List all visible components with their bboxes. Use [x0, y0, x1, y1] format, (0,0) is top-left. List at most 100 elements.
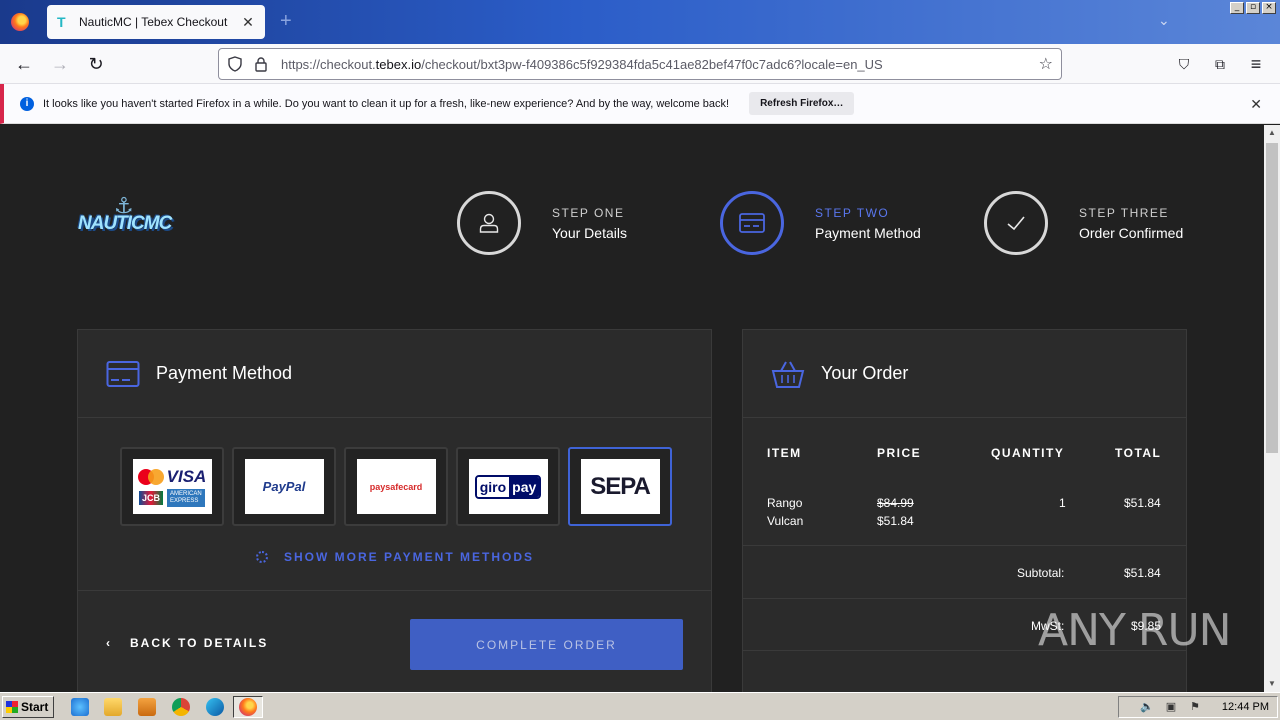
jcb-logo: JCB [138, 490, 163, 505]
payment-methods-list: VISA JCB AMERICAN EXPRESS PayPal paysafe… [120, 447, 672, 526]
anyrun-watermark: ANY RUN [1038, 605, 1232, 656]
pocket-icon[interactable]: ⛉ [1172, 52, 1196, 76]
notification-bar: i It looks like you haven't started Fire… [0, 84, 1280, 124]
url-text[interactable]: https://checkout.tebex.io/checkout/bxt3p… [281, 57, 1039, 72]
payment-option-cards[interactable]: VISA JCB AMERICAN EXPRESS [120, 447, 224, 526]
credit-card-icon [739, 213, 765, 233]
paysafecard-logo: paysafecard [356, 459, 436, 514]
edge-icon[interactable] [206, 698, 224, 716]
column-header-total: TOTAL [1115, 446, 1162, 460]
firefox-icon [239, 698, 257, 716]
notification-close-icon[interactable]: ✕ [1250, 96, 1262, 113]
payment-option-giropay[interactable]: giro pay [456, 447, 560, 526]
cards-logo: VISA JCB AMERICAN EXPRESS [132, 459, 212, 514]
taskbar-firefox-button[interactable] [233, 696, 263, 718]
complete-order-button[interactable]: COMPLETE ORDER [410, 619, 683, 670]
lock-icon[interactable] [253, 56, 269, 72]
title-bar: T NauticMC | Tebex Checkout ✕ + ⌄ _ ▫ × [0, 0, 1280, 44]
reload-icon[interactable]: ↻ [84, 52, 108, 76]
tab-close-icon[interactable]: ✕ [241, 14, 255, 31]
list-tabs-chevron-icon[interactable]: ⌄ [1158, 12, 1170, 29]
step-one-circle [457, 191, 521, 255]
start-button[interactable]: Start [2, 696, 54, 718]
step-two-circle [720, 191, 784, 255]
spinner-icon [255, 551, 268, 563]
order-item-name-line1: Rango [767, 496, 803, 510]
firefox-menu-icon[interactable] [0, 0, 40, 44]
maximize-button[interactable]: ▫ [1246, 2, 1260, 14]
payment-option-paysafecard[interactable]: paysafecard [344, 447, 448, 526]
user-icon [479, 213, 499, 233]
logo-text: NAUTICMC [78, 213, 172, 234]
order-item-price: $51.84 [877, 514, 914, 528]
url-bar[interactable]: https://checkout.tebex.io/checkout/bxt3p… [218, 48, 1062, 80]
media-player-icon[interactable] [138, 698, 156, 716]
column-header-price: PRICE [877, 446, 922, 460]
step-two-label: STEP TWO [815, 205, 890, 220]
extensions-icon[interactable]: ⧉ [1208, 52, 1232, 76]
scroll-thumb[interactable] [1266, 143, 1278, 453]
payment-card-header: Payment Method [78, 330, 711, 418]
basket-icon [771, 361, 805, 388]
shield-icon[interactable] [227, 56, 243, 72]
order-card-title: Your Order [821, 363, 909, 383]
window-controls: _ ▫ × [1230, 2, 1276, 14]
show-more-payment-methods[interactable]: SHOW MORE PAYMENT METHODS [78, 550, 712, 564]
divider [743, 598, 1186, 599]
back-to-details-label: BACK TO DETAILS [130, 636, 269, 650]
amex-logo: AMERICAN EXPRESS [167, 488, 205, 507]
paysafecard-text: paysafecard [369, 481, 423, 492]
order-item-quantity: 1 [1059, 496, 1066, 510]
volume-icon[interactable]: 🔈 [1140, 700, 1154, 714]
step-one: STEP ONE Your Details [457, 191, 627, 255]
column-header-quantity: QUANTITY [991, 446, 1065, 460]
payment-card-title: Payment Method [156, 363, 293, 383]
forward-arrow-icon[interactable]: → [48, 52, 72, 76]
step-three: STEP THREE Order Confirmed [984, 191, 1183, 255]
clock: 12:44 PM [1221, 701, 1269, 713]
url-prefix: https://checkout. [281, 56, 376, 72]
order-item-total: $51.84 [1124, 496, 1161, 510]
visa-text: VISA [166, 466, 207, 486]
giropay-logo: giro pay [468, 459, 548, 514]
file-explorer-icon[interactable] [104, 698, 122, 716]
tebex-favicon-icon: T [57, 14, 66, 30]
order-card-header: Your Order [743, 330, 1186, 418]
payment-option-paypal[interactable]: PayPal [232, 447, 336, 526]
sepa-logo: SEPA [580, 459, 660, 514]
show-more-label[interactable]: SHOW MORE PAYMENT METHODS [284, 550, 534, 564]
system-tray: 🔈 ▣ ⚑ 12:44 PM [1118, 696, 1278, 718]
hamburger-menu-icon[interactable]: ≡ [1244, 52, 1268, 76]
refresh-firefox-button[interactable]: Refresh Firefox… [749, 92, 855, 115]
subtotal-label: Subtotal: [1017, 566, 1065, 580]
bookmark-star-icon[interactable]: ☆ [1039, 54, 1053, 74]
payment-method-card: Payment Method VISA JCB AMERICAN EXPRESS… [77, 329, 712, 692]
page-scrollbar[interactable]: ▲ ▼ [1264, 125, 1280, 692]
minimize-button[interactable]: _ [1230, 2, 1244, 14]
network-icon[interactable]: ▣ [1164, 700, 1178, 714]
sepa-text: SEPA [590, 472, 651, 500]
url-domain: tebex.io [375, 56, 422, 72]
back-to-details-button[interactable]: ‹ BACK TO DETAILS [106, 636, 268, 650]
flag-icon[interactable]: ⚑ [1188, 700, 1202, 714]
scroll-up-arrow-icon[interactable]: ▲ [1264, 125, 1280, 141]
windows-taskbar: Start 🔈 ▣ ⚑ 12:44 PM [0, 692, 1280, 720]
credit-card-icon [106, 360, 140, 387]
navigation-bar: ← → ↻ https://checkout.tebex.io/checkout… [0, 44, 1280, 84]
close-window-button[interactable]: × [1262, 2, 1276, 14]
giropay-text-a: giro [476, 476, 510, 497]
chrome-icon[interactable] [172, 698, 190, 716]
internet-explorer-icon[interactable] [71, 698, 89, 716]
new-tab-button[interactable]: + [280, 10, 292, 33]
tab-checkout[interactable]: T NauticMC | Tebex Checkout ✕ [47, 5, 265, 39]
notification-text: It looks like you haven't started Firefo… [43, 97, 730, 110]
scroll-down-arrow-icon[interactable]: ▼ [1264, 676, 1280, 692]
mastercard-icon [137, 468, 164, 485]
order-item-old-price: $84.99 [877, 496, 914, 510]
step-three-label: STEP THREE [1079, 205, 1169, 220]
payment-option-sepa[interactable]: SEPA [568, 447, 672, 526]
checkmark-icon [1007, 216, 1025, 231]
paypal-text: PayPal [262, 479, 306, 494]
back-arrow-icon[interactable]: ← [12, 52, 36, 76]
column-header-item: ITEM [767, 446, 802, 460]
